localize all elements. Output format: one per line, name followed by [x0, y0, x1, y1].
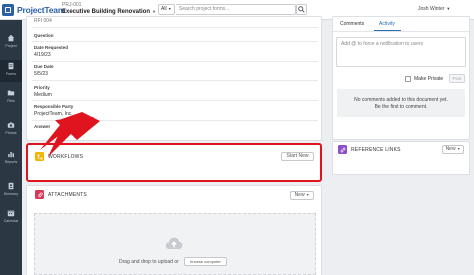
new-reference-link-label: New: [445, 146, 456, 152]
workflows-section: [26, 143, 322, 182]
form-details-card: [26, 16, 322, 141]
project-id: PRJ-001: [62, 2, 82, 8]
attachments-title: ATTACHMENTS: [48, 192, 87, 198]
folder-icon: [7, 90, 15, 96]
user-name: Josh Winter: [418, 6, 445, 12]
calendar-icon: [7, 210, 15, 217]
cloud-upload-icon: [165, 237, 183, 249]
project-name: Executive Building Renovation: [62, 9, 151, 15]
sidebar-item-photos[interactable]: Photos: [0, 119, 22, 141]
app-logo[interactable]: ProjectTeam: [2, 3, 65, 17]
chevron-down-icon: ▼: [305, 193, 310, 197]
camera-icon: [7, 122, 15, 128]
form-number: RFI 004: [34, 18, 52, 24]
sidebar-item-label: Project: [5, 44, 17, 48]
sidebar-item-forms[interactable]: Forms: [0, 60, 22, 82]
workflow-icon: [35, 152, 44, 161]
app-name: ProjectTeam: [17, 5, 66, 15]
sidebar-item-label: Directory: [3, 192, 19, 196]
tab-comments[interactable]: Comments: [340, 21, 364, 27]
divider: [32, 41, 318, 42]
sidebar-item-files[interactable]: Files: [0, 87, 22, 109]
divider: [32, 120, 318, 121]
browse-computer-button[interactable]: browse computer: [184, 257, 227, 266]
field-label-priority: Priority: [34, 85, 50, 90]
empty-comments-line-2: Be the first to comment.: [374, 104, 428, 110]
comment-input[interactable]: Add @ to force a notification to users: [336, 37, 466, 67]
logo-icon: [2, 4, 14, 16]
field-label-answer: Answer: [34, 124, 51, 129]
user-menu[interactable]: Josh Winter ▼: [418, 6, 450, 12]
workflows-title: WORKFLOWS: [48, 154, 84, 160]
field-value-priority: Medium: [34, 92, 52, 98]
make-private-label: Make Private: [414, 76, 444, 82]
search-scope-select[interactable]: All ▼: [158, 4, 175, 15]
empty-comments-message: No comments added to this document yet. …: [337, 89, 465, 117]
sidebar-item-reports[interactable]: Reports: [0, 148, 22, 170]
project-selector[interactable]: Executive Building Renovation ▼: [62, 9, 156, 15]
app-window: ProjectTeam PRJ-001 Executive Building R…: [0, 0, 474, 275]
field-value-responsible-party: ProjectTeam, Inc.: [34, 111, 73, 117]
chevron-down-icon: ▼: [456, 147, 461, 151]
link-icon: [338, 145, 347, 154]
search-button[interactable]: [296, 4, 307, 15]
sidebar-item-project[interactable]: Project: [0, 32, 22, 54]
sidebar-item-label: Files: [7, 99, 15, 103]
new-attachment-label: New: [294, 192, 305, 198]
sidebar-item-label: Photos: [5, 131, 17, 135]
sidebar: Project Forms Files Photos Reports Direc…: [0, 20, 22, 275]
sidebar-item-label: Reports: [4, 160, 18, 164]
chevron-down-icon: ▼: [152, 9, 156, 14]
forms-icon: [8, 62, 14, 70]
tab-activity[interactable]: Activity: [379, 21, 395, 27]
field-label-due-date: Due Date: [34, 64, 54, 69]
attachment-icon: [35, 190, 44, 199]
search-icon: [298, 6, 305, 13]
new-reference-link-button[interactable]: New ▼: [442, 145, 464, 154]
make-private-checkbox[interactable]: [405, 76, 411, 82]
divider: [32, 27, 318, 28]
sidebar-item-label: Forms: [5, 72, 17, 76]
field-label-question: Question: [34, 33, 54, 38]
sidebar-item-directory[interactable]: Directory: [0, 180, 22, 202]
divider: [333, 31, 469, 32]
field-value-due-date: 5/5/23: [34, 71, 48, 77]
sidebar-item-calendar[interactable]: Calendar: [0, 207, 22, 229]
divider: [32, 61, 318, 62]
drop-instructions: Drag and drop to upload or: [119, 259, 179, 265]
field-label-date-requested: Date Requested: [34, 45, 69, 50]
search-input[interactable]: Search project forms...: [176, 4, 296, 15]
new-attachment-button[interactable]: New ▼: [290, 191, 314, 200]
field-label-responsible-party: Responsible Party: [34, 104, 74, 109]
divider: [32, 80, 318, 81]
chevron-down-icon: ▼: [446, 6, 451, 11]
home-icon: [7, 34, 15, 42]
field-value-date-requested: 4/19/23: [34, 52, 51, 58]
empty-comments-line-1: No comments added to this document yet.: [354, 97, 448, 103]
sidebar-item-label: Calendar: [3, 219, 19, 223]
reports-icon: [8, 152, 14, 158]
reference-links-title: REFERENCE LINKS: [351, 147, 401, 153]
post-comment-button[interactable]: Post: [449, 74, 465, 83]
directory-icon: [8, 182, 14, 190]
start-new-workflow-button[interactable]: Start New: [281, 152, 314, 161]
divider: [32, 100, 318, 101]
